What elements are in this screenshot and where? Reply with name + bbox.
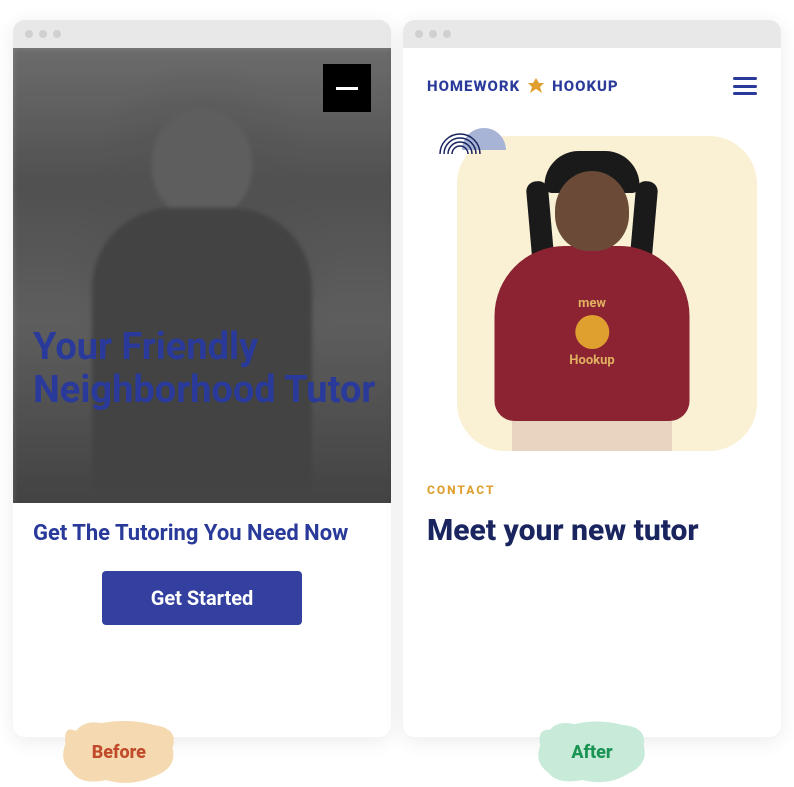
chrome-dot bbox=[415, 30, 423, 38]
logo-mark-icon bbox=[526, 76, 546, 96]
before-window: Your Friendly Neighborhood Tutor Get The… bbox=[13, 20, 391, 737]
after-window: HOMEWORK HOOKUP bbox=[403, 20, 781, 737]
browser-chrome bbox=[13, 20, 391, 48]
shirt-logo: mew Hookup bbox=[569, 296, 614, 368]
brand-word-2: HOOKUP bbox=[552, 77, 618, 95]
browser-chrome bbox=[403, 20, 781, 48]
after-content: HOMEWORK HOOKUP bbox=[403, 48, 781, 673]
chrome-dot bbox=[443, 30, 451, 38]
shirt-mark-icon bbox=[575, 315, 609, 349]
shirt-text-1: mew bbox=[569, 296, 614, 311]
after-header: HOMEWORK HOOKUP bbox=[403, 48, 781, 116]
minus-icon bbox=[336, 87, 358, 90]
after-label: After bbox=[571, 742, 612, 763]
before-content: Your Friendly Neighborhood Tutor Get The… bbox=[13, 48, 391, 673]
rainbow-icon bbox=[435, 116, 485, 156]
hamburger-icon bbox=[733, 85, 757, 88]
after-hero: mew Hookup bbox=[427, 116, 757, 451]
menu-button[interactable] bbox=[323, 64, 371, 112]
chrome-dot bbox=[429, 30, 437, 38]
get-started-button[interactable]: Get Started bbox=[102, 571, 302, 625]
before-label: Before bbox=[92, 742, 146, 763]
before-subhead: Get The Tutoring You Need Now bbox=[13, 503, 391, 547]
hamburger-icon bbox=[733, 92, 757, 95]
brand-word-1: HOMEWORK bbox=[427, 77, 520, 95]
before-badge: Before bbox=[56, 718, 182, 787]
shirt-text-2: Hookup bbox=[569, 353, 614, 368]
hamburger-menu-button[interactable] bbox=[733, 77, 757, 95]
chrome-dot bbox=[25, 30, 33, 38]
after-badge: After bbox=[535, 718, 648, 787]
person-face bbox=[555, 171, 629, 251]
chrome-dot bbox=[39, 30, 47, 38]
person-photo-color: mew Hookup bbox=[477, 151, 707, 451]
eyebrow-label: CONTACT bbox=[427, 483, 757, 497]
after-headline: Meet your new tutor bbox=[427, 513, 757, 549]
hamburger-icon bbox=[733, 77, 757, 80]
before-headline: Your Friendly Neighborhood Tutor bbox=[33, 326, 391, 413]
blur-overlay bbox=[13, 48, 391, 503]
chrome-dot bbox=[53, 30, 61, 38]
brand-logo[interactable]: HOMEWORK HOOKUP bbox=[427, 76, 619, 96]
before-hero-image: Your Friendly Neighborhood Tutor bbox=[13, 48, 391, 503]
